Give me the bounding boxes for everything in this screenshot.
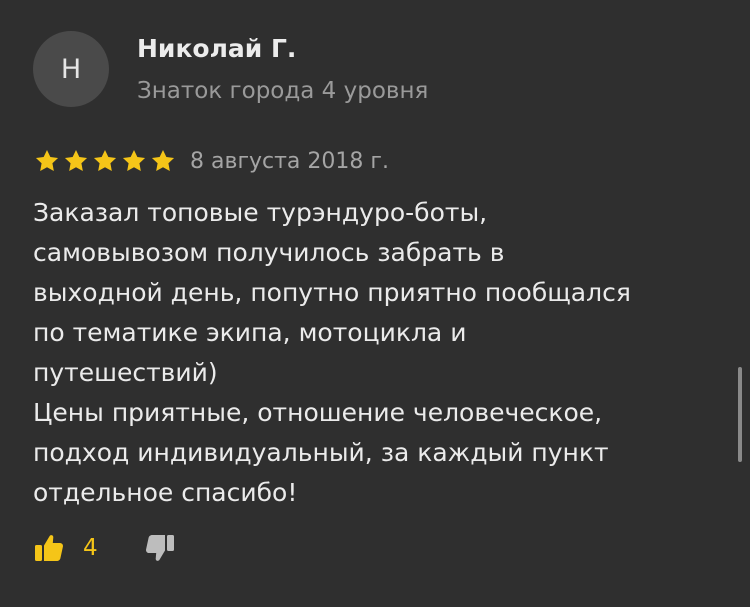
review-text-line: отдельное спасибо! bbox=[33, 478, 298, 507]
like-count: 4 bbox=[83, 535, 98, 561]
avatar-initial: Н bbox=[60, 53, 82, 85]
scrollbar[interactable] bbox=[738, 367, 742, 462]
like-button[interactable]: 4 bbox=[33, 532, 98, 564]
review-date: 8 августа 2018 г. bbox=[190, 148, 389, 174]
thumbs-up-icon bbox=[35, 535, 64, 561]
review-text-line: Заказал топовые турэндуро-боты, bbox=[33, 198, 488, 227]
review-card: Н Николай Г. Знаток города 4 уровня 8 ав… bbox=[0, 0, 750, 607]
thumbs-down-icon bbox=[145, 535, 174, 561]
review-text-line: выходной день, попутно приятно пообщался bbox=[33, 278, 631, 307]
author-name[interactable]: Николай Г. bbox=[137, 34, 296, 63]
review-text-line: путешествий) bbox=[33, 358, 218, 387]
rating-stars bbox=[34, 148, 176, 174]
star-icon bbox=[64, 149, 88, 171]
review-reactions: 4 bbox=[33, 530, 176, 566]
review-text-line: Цены приятные, отношение человеческое, bbox=[33, 398, 603, 427]
star-icon bbox=[35, 149, 59, 171]
review-text: Заказал топовые турэндуро-боты, самовыво… bbox=[33, 193, 723, 513]
star-icon bbox=[122, 149, 146, 171]
star-icon bbox=[151, 149, 175, 171]
rating-row: 8 августа 2018 г. bbox=[34, 146, 389, 176]
review-text-line: по тематике экипа, мотоцикла и bbox=[33, 318, 467, 347]
review-text-line: самовывозом получилось забрать в bbox=[33, 238, 505, 267]
review-text-line: подход индивидуальный, за каждый пункт bbox=[33, 438, 609, 467]
star-icon bbox=[93, 149, 117, 171]
avatar[interactable]: Н bbox=[33, 31, 109, 107]
dislike-button[interactable] bbox=[144, 532, 176, 564]
author-level: Знаток города 4 уровня bbox=[137, 78, 429, 104]
